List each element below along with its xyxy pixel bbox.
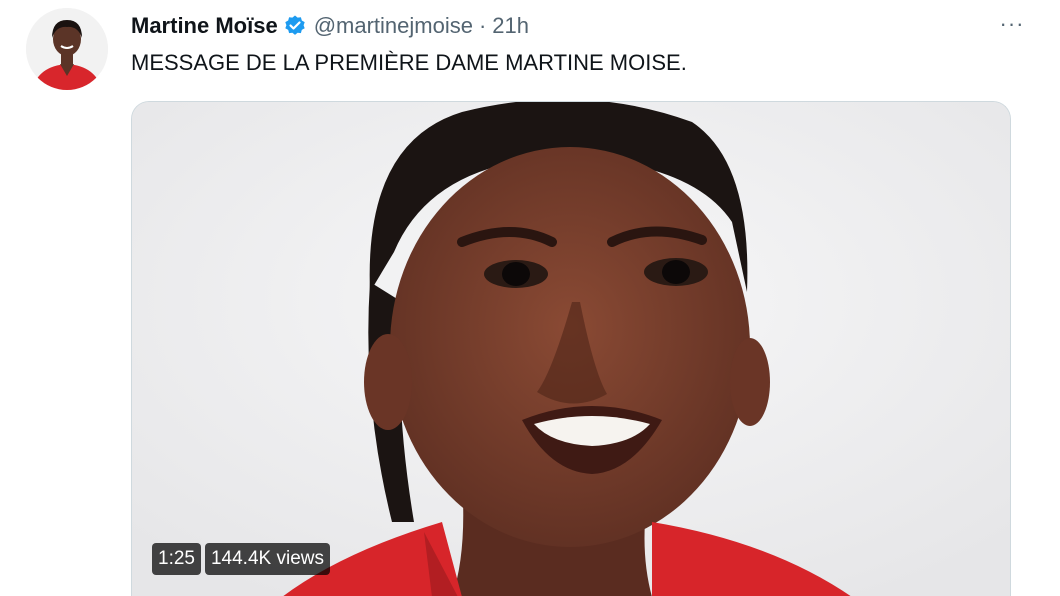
avatar[interactable] bbox=[26, 8, 108, 90]
separator-dot: · bbox=[478, 13, 487, 38]
tweet-text: MESSAGE DE LA PREMIÈRE DAME MARTINE MOIS… bbox=[131, 50, 687, 75]
tweet-header: Martine Moïse @martinejmoise · 21h bbox=[131, 10, 529, 42]
author-handle[interactable]: @martinejmoise bbox=[314, 13, 473, 39]
video-views: 144.4K views bbox=[204, 543, 330, 575]
author-name[interactable]: Martine Moïse bbox=[131, 13, 278, 39]
verified-badge-icon bbox=[283, 14, 307, 38]
more-options-icon[interactable]: ··· bbox=[992, 10, 1032, 38]
video-player[interactable]: 1:25 144.4K views bbox=[131, 101, 1011, 596]
video-overlay: 1:25 144.4K views bbox=[152, 543, 330, 575]
tweet-timestamp[interactable]: 21h bbox=[492, 13, 529, 39]
tweet: Martine Moïse @martinejmoise · 21h ··· M… bbox=[0, 0, 1060, 596]
video-duration: 1:25 bbox=[152, 543, 201, 575]
